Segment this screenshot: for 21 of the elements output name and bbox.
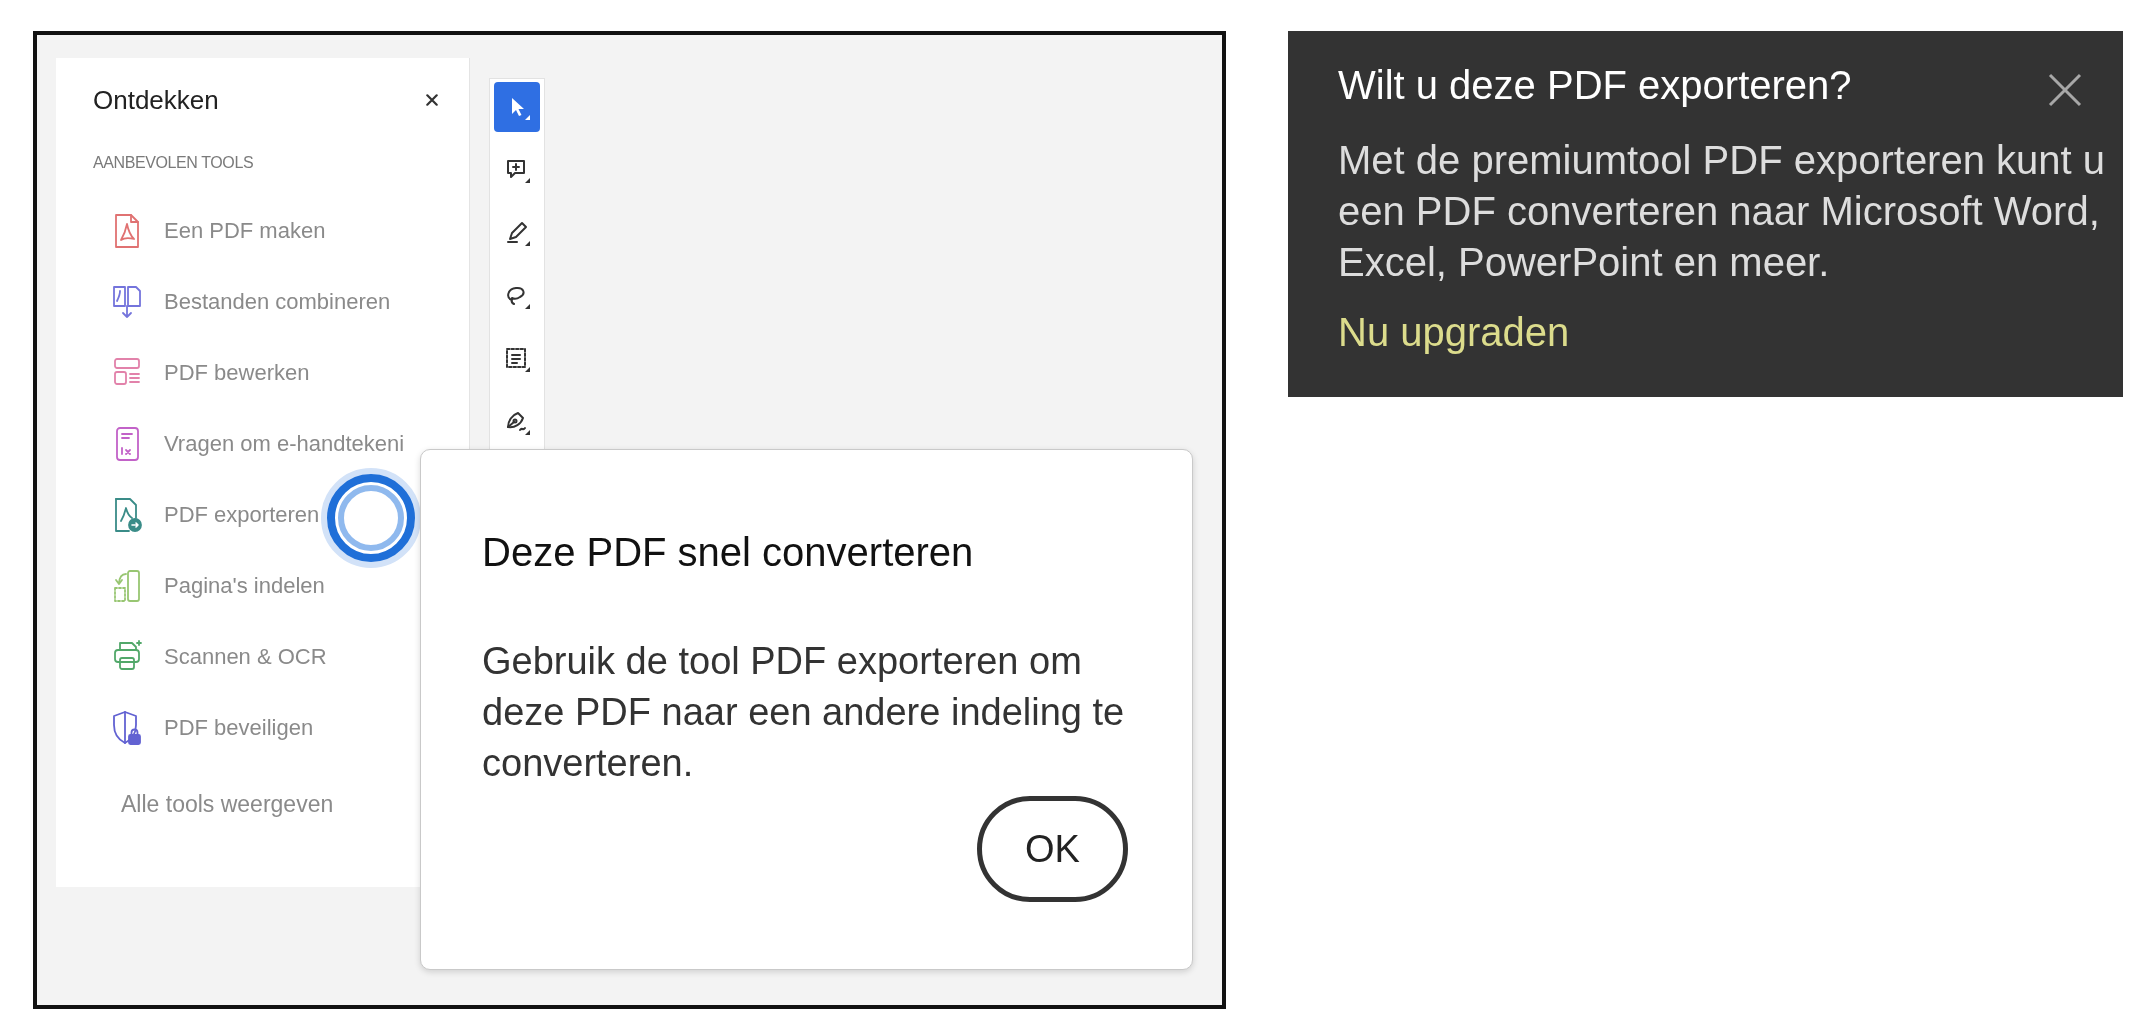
dialog-title: Deze PDF snel converteren (482, 529, 974, 576)
tool-item[interactable]: PDF exporteren (112, 493, 320, 537)
all-tools-link[interactable]: Alle tools weergeven (121, 789, 334, 819)
tool-item[interactable]: Vragen om e-handtekeni (112, 422, 405, 466)
callout-message: Met de premiumtool PDF exporteren kunt u een PDF converteren naar Microsoft Word, Excel, PowerPoint en meer. (1338, 137, 2106, 286)
tool-item[interactable]: Bestanden combineren (112, 280, 391, 324)
close-icon (426, 94, 438, 106)
upgrade-link[interactable]: Nu upgraden (1338, 307, 1570, 357)
ok-button[interactable]: OK (977, 796, 1128, 902)
dialog-message: Gebruik de tool PDF exporteren om deze PDF naar een andere indeling te converteren. (482, 639, 1126, 786)
tool-item[interactable]: PDF bewerken (112, 351, 310, 395)
tool-item[interactable]: Scannen & OCR (112, 635, 327, 679)
tool-item[interactable]: Een PDF maken (112, 209, 326, 253)
section-heading: AANBEVOLEN TOOLS (93, 153, 254, 173)
tool-item[interactable]: Pagina's indelen (112, 564, 325, 608)
callout-title: Wilt u deze PDF exporteren? (1338, 62, 1852, 109)
panel-title: Ontdekken (93, 84, 219, 116)
tool-item[interactable]: PDF beveiligen (112, 706, 314, 750)
close-button[interactable] (2048, 73, 2082, 107)
close-icon (2048, 73, 2082, 107)
click-ring-icon (321, 468, 421, 568)
